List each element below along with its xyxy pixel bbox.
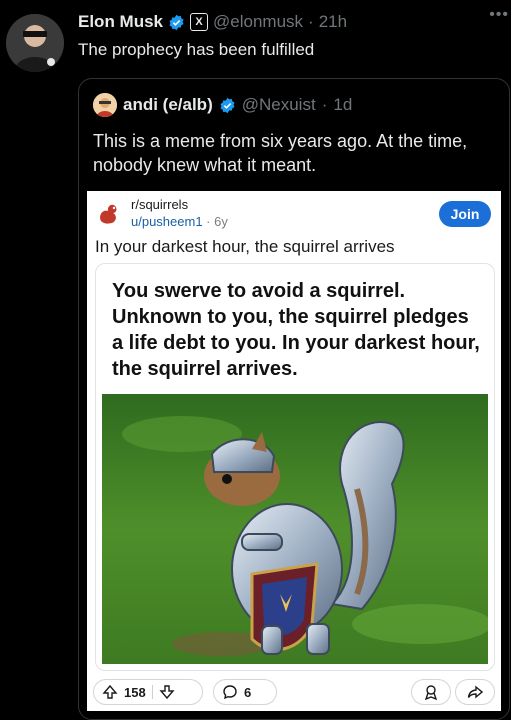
downvote-icon[interactable] [159, 684, 175, 700]
separator-dot: · [308, 12, 314, 31]
avatar-image [6, 14, 64, 72]
quote-avatar[interactable] [93, 93, 117, 117]
quoted-tweet[interactable]: andi (e/alb) @Nexuist · 1d This is a mem… [78, 78, 510, 720]
award-button[interactable] [411, 679, 451, 705]
subreddit-name[interactable]: r/squirrels [131, 197, 188, 212]
vote-control: 158 [93, 679, 203, 705]
verified-badge-icon [220, 97, 235, 113]
vote-divider [151, 685, 153, 699]
reddit-actions: 158 6 [93, 679, 495, 705]
award-icon [424, 685, 438, 700]
meme-caption: You swerve to avoid a squirrel. Unknown … [112, 280, 480, 380]
post-age: · 6y [202, 214, 228, 229]
author-name[interactable]: Elon Musk [78, 12, 163, 32]
avatar[interactable] [6, 14, 64, 72]
reddit-username[interactable]: u/pusheem1 [131, 214, 203, 229]
tweet-time[interactable]: 21h [319, 12, 347, 32]
quote-header: andi (e/alb) @Nexuist · 1d [93, 93, 352, 117]
reddit-screenshot[interactable]: r/squirrels u/pusheem1 · 6y Join In your… [87, 191, 501, 711]
separator-dot: · [321, 95, 328, 114]
share-icon [467, 685, 483, 699]
squirrel-subreddit-icon [100, 204, 117, 224]
upvote-icon[interactable] [102, 684, 118, 700]
quote-avatar-image [93, 93, 117, 117]
comments-button[interactable]: 6 [213, 679, 277, 705]
quote-text: This is a meme from six years ago. At th… [93, 131, 468, 175]
x-affiliate-icon: X [190, 13, 209, 31]
more-icon[interactable]: ••• [489, 6, 509, 24]
author-handle[interactable]: @elonmusk [213, 12, 303, 32]
comment-count: 6 [244, 684, 252, 700]
quote-author-handle[interactable]: @Nexuist [242, 95, 316, 115]
upvote-count: 158 [124, 684, 146, 700]
meme-card: You swerve to avoid a squirrel. Unknown … [95, 263, 495, 671]
join-button[interactable]: Join [439, 201, 491, 227]
comment-icon [223, 685, 237, 700]
share-button[interactable] [455, 679, 495, 705]
reddit-user[interactable]: u/pusheem1 · 6y [131, 214, 228, 229]
verified-badge-icon [169, 14, 184, 30]
tweet-header: Elon Musk X @elonmusk · 21h [78, 10, 501, 34]
tweet-text: The prophecy has been fulfilled [78, 40, 315, 59]
quote-time[interactable]: 1d [333, 95, 352, 115]
armored-squirrel-image [102, 394, 488, 664]
quote-author-name[interactable]: andi (e/alb) [123, 95, 213, 115]
reddit-post-title[interactable]: In your darkest hour, the squirrel arriv… [95, 237, 395, 257]
